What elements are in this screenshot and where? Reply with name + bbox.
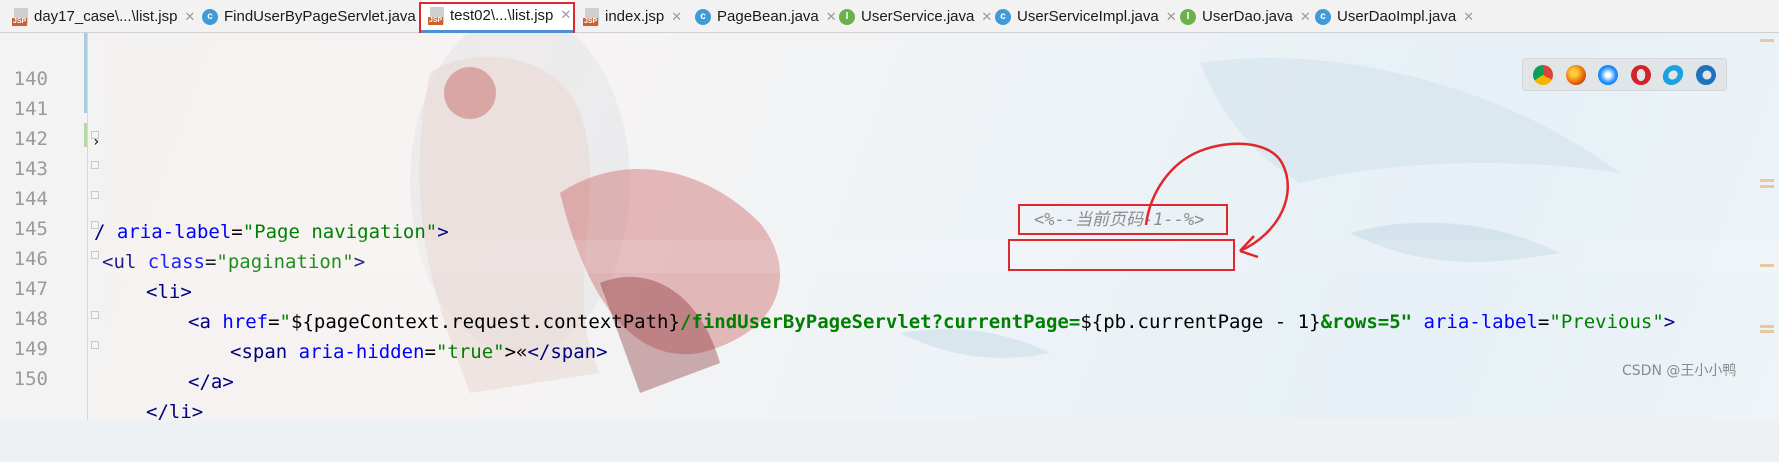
jsp-file-icon [583, 8, 599, 26]
code-text[interactable]: </li> [146, 396, 203, 429]
java-interface-icon: I [1180, 8, 1196, 25]
text-content: >« [504, 341, 528, 363]
tab-label: UserDaoImpl.java [1337, 8, 1457, 25]
tab-userdaoimpl-java[interactable]: c UserDaoImpl.java ✕ [1315, 0, 1474, 33]
tab-day17-list-jsp[interactable]: day17_case\...\list.jsp ✕ [12, 0, 195, 33]
browser-preview-toolbar [1522, 58, 1727, 91]
java-class-icon: c [1315, 8, 1331, 25]
scroll-marker [1760, 185, 1774, 188]
tab-find-user-by-page-servlet[interactable]: c FindUserByPageServlet.java ✕ [202, 0, 434, 33]
tag-open: <span [230, 341, 299, 363]
scroll-marker [1760, 264, 1774, 267]
code-line: 142 [0, 90, 48, 150]
edge-icon[interactable] [1695, 64, 1716, 85]
chrome-icon[interactable] [1533, 64, 1554, 85]
code-line: 144 / aria-label="Page navigation"> [0, 150, 449, 243]
code-line: 151 [0, 360, 46, 374]
code-line: 141 › [0, 60, 101, 150]
tag-close: </span> [527, 341, 608, 363]
tab-pagebean-java[interactable]: c PageBean.java ✕ [695, 0, 837, 33]
tab-index-jsp[interactable]: index.jsp ✕ [583, 0, 682, 33]
java-class-icon: c [995, 8, 1011, 25]
ie-icon[interactable] [1661, 64, 1686, 85]
close-icon[interactable]: ✕ [826, 9, 837, 25]
close-icon[interactable]: ✕ [184, 9, 195, 25]
close-icon[interactable]: ✕ [1166, 9, 1177, 25]
el-expression: pb.currentPage - 1 [1103, 311, 1310, 333]
close-icon[interactable]: ✕ [1463, 9, 1474, 25]
code-text[interactable]: <span aria-hidden="true">«</span> [230, 336, 608, 369]
tab-label: UserDao.java [1202, 8, 1293, 25]
tab-label: FindUserByPageServlet.java [224, 8, 416, 25]
java-interface-icon: I [839, 8, 855, 25]
fold-marker[interactable] [91, 191, 99, 199]
fold-chevron[interactable]: › [92, 126, 100, 159]
el-expression: ${pageContext.request.contextPath} [291, 311, 680, 333]
quote: " [279, 311, 291, 333]
jsp-file-icon [12, 8, 28, 26]
url-path: /findUserByPageServlet?currentPage= [679, 311, 1081, 333]
close-icon[interactable]: ✕ [1300, 9, 1311, 25]
equals: = [424, 341, 436, 363]
fold-marker[interactable] [91, 341, 99, 349]
tag-close: > [1663, 311, 1676, 333]
equals: = [268, 311, 280, 333]
equals: = [1537, 311, 1550, 333]
java-class-icon: c [695, 8, 711, 25]
gutter-divider [87, 33, 88, 420]
el-open: ${ [1080, 311, 1104, 333]
fold-marker[interactable] [91, 161, 99, 169]
tab-userserviceimpl-java[interactable]: c UserServiceImpl.java ✕ [995, 0, 1177, 33]
annotation-arrow [1144, 142, 1290, 259]
tab-userservice-java[interactable]: I UserService.java ✕ [839, 0, 992, 33]
scroll-marker [1760, 330, 1774, 333]
tab-label: PageBean.java [717, 8, 819, 25]
code-line: 150 </li> [0, 330, 204, 423]
watermark: CSDN @王小小鸭 [1622, 363, 1737, 379]
scroll-marker [1760, 325, 1774, 328]
code-line: 140 [0, 30, 48, 90]
attr-name: href [222, 311, 269, 333]
close-icon[interactable]: ✕ [671, 9, 682, 25]
code-line: 146 <li> [0, 210, 192, 303]
current-line-highlight [100, 240, 1779, 273]
attr-value: "Previous" [1549, 311, 1664, 333]
code-editor[interactable]: 140 141 › 142 143 144 / aria-label="Page… [0, 30, 1779, 423]
tab-label: day17_case\...\list.jsp [34, 8, 178, 25]
safari-icon[interactable] [1598, 64, 1619, 85]
tag-open: <a [188, 311, 223, 333]
close-icon[interactable]: ✕ [981, 9, 992, 25]
code-line: 148 <span aria-hidden="true">«</span> [0, 270, 608, 363]
code-line: 147 <a href="${pageContext.request.conte… [0, 240, 1676, 333]
vertical-scrollbar[interactable] [1758, 33, 1779, 420]
scroll-marker [1760, 39, 1774, 42]
firefox-icon[interactable] [1565, 64, 1586, 85]
java-class-icon: c [202, 8, 218, 25]
tab-label: UserService.java [861, 8, 975, 25]
attr-name: aria-label [1423, 311, 1538, 333]
code-line: 149 </a> [0, 300, 234, 393]
fold-marker[interactable] [91, 311, 99, 319]
scroll-marker [1760, 179, 1774, 182]
editor-tab-bar: day17_case\...\list.jsp ✕ c FindUserByPa… [0, 0, 1779, 33]
vcs-change-marker [84, 33, 87, 113]
tab-userdao-java[interactable]: I UserDao.java ✕ [1180, 0, 1311, 33]
el-close: } [1309, 311, 1321, 333]
code-line: 145 <ul class="pagination"> [0, 180, 365, 273]
tab-label: index.jsp [605, 8, 665, 25]
fold-marker[interactable] [91, 251, 99, 259]
code-text[interactable]: <li> [146, 276, 192, 309]
opera-icon[interactable] [1630, 64, 1651, 85]
attr-name: aria-hidden [298, 341, 425, 363]
vcs-added-marker [84, 123, 87, 147]
code-line: 143 [0, 120, 48, 180]
tab-label: UserServiceImpl.java [1017, 8, 1159, 25]
code-text[interactable]: <a href="${pageContext.request.contextPa… [188, 306, 1675, 339]
url-query: &rows=5" [1320, 311, 1413, 333]
attr-value: "true" [435, 341, 505, 363]
code-text[interactable]: </a> [188, 366, 234, 399]
